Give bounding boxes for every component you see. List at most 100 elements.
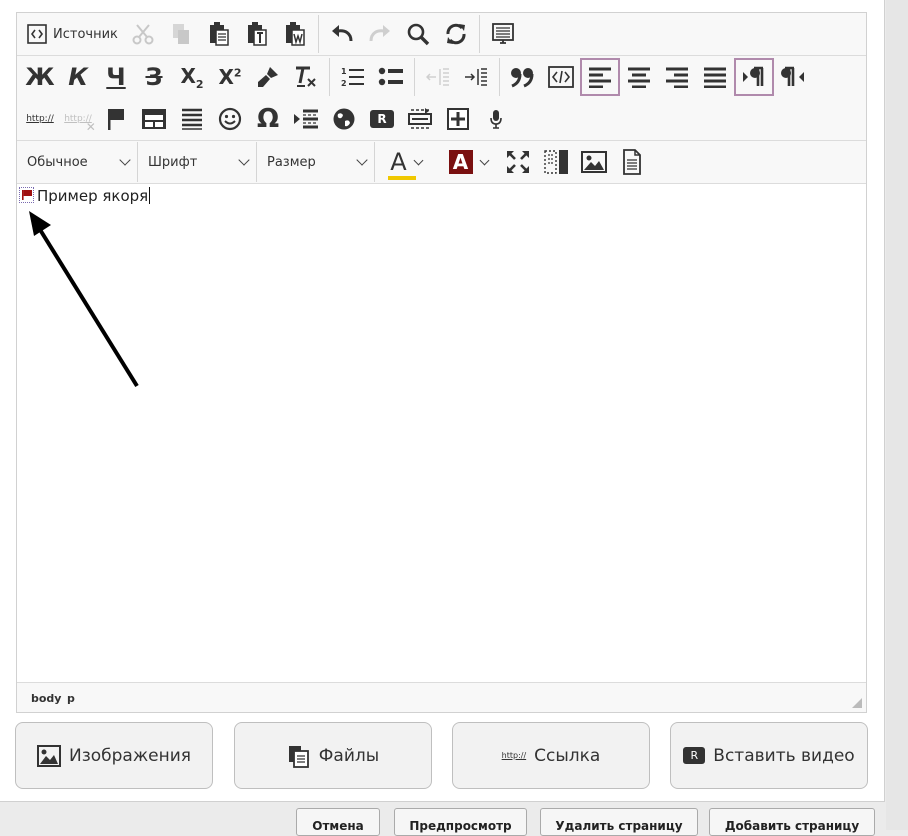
strikethrough-button[interactable]: З — [135, 59, 173, 95]
text-direction-rtl-button[interactable] — [774, 59, 812, 95]
svg-text:1: 1 — [341, 67, 347, 76]
show-blocks-button[interactable] — [401, 101, 439, 137]
numbered-list-button[interactable]: 12 — [334, 59, 372, 95]
align-left-icon — [589, 67, 611, 88]
add-page-button[interactable]: Добавить страницу — [709, 808, 875, 836]
toolbar-separator — [329, 58, 330, 96]
scissors-icon — [132, 24, 154, 45]
indent-icon — [465, 68, 487, 86]
resize-handle-icon[interactable] — [852, 698, 862, 708]
align-left-button[interactable] — [580, 58, 620, 96]
bulleted-list-icon — [378, 67, 403, 86]
background-color-icon: A — [448, 150, 473, 174]
code-snippet-button[interactable] — [542, 59, 580, 95]
undo-button[interactable] — [323, 16, 361, 52]
paste-word-icon — [285, 22, 305, 46]
delete-page-button[interactable]: Удалить страницу — [540, 808, 698, 836]
page-scrollbar[interactable] — [886, 0, 908, 830]
copy-icon — [172, 24, 189, 44]
special-char-button[interactable]: Ω — [249, 101, 287, 137]
align-right-button[interactable] — [658, 59, 696, 95]
cancel-button[interactable]: Отмена — [296, 808, 380, 836]
path-element-body[interactable]: body — [31, 692, 61, 705]
copy-formatting-button[interactable] — [249, 59, 287, 95]
smiley-button[interactable] — [211, 101, 249, 137]
bold-button[interactable]: Ж — [21, 59, 59, 95]
image-button[interactable] — [575, 144, 613, 180]
replace-icon — [446, 23, 466, 45]
link-insert-button[interactable]: http:// Ссылка — [452, 722, 650, 789]
bulleted-list-button[interactable] — [372, 59, 410, 95]
video-icon: R — [683, 747, 706, 764]
format-select-label: Обычное — [27, 154, 88, 170]
path-element-p[interactable]: p — [67, 692, 75, 705]
globe-icon — [333, 108, 355, 130]
paste-button[interactable] — [200, 16, 238, 52]
text-color-button[interactable]: A — [381, 144, 431, 180]
search-icon — [407, 23, 430, 46]
link-button-label: Ссылка — [534, 745, 601, 766]
maximize-button[interactable] — [499, 144, 537, 180]
insert-button[interactable] — [439, 101, 477, 137]
unlink-button[interactable]: http:// ✕ — [59, 101, 97, 137]
subscript-button[interactable]: X2 — [173, 59, 211, 95]
cut-button[interactable] — [124, 16, 162, 52]
table-icon — [142, 109, 166, 129]
preview-button[interactable]: Предпросмотр — [394, 808, 527, 836]
size-select[interactable]: Размер — [257, 142, 375, 182]
show-blocks-icon — [408, 108, 432, 129]
files-button[interactable]: Файлы — [234, 722, 432, 789]
page-break-button[interactable] — [287, 101, 325, 137]
insert-video-button[interactable]: R Вставить видео — [670, 722, 868, 789]
remove-format-button[interactable] — [287, 59, 325, 95]
superscript-button[interactable]: X2 — [211, 59, 249, 95]
blockquote-button[interactable] — [504, 59, 542, 95]
document-properties-button[interactable] — [613, 144, 651, 180]
iframe-button[interactable] — [325, 101, 363, 137]
outdent-button[interactable] — [419, 59, 457, 95]
redo-button[interactable] — [361, 16, 399, 52]
align-center-button[interactable] — [620, 59, 658, 95]
link-icon: http:// — [501, 751, 527, 760]
justify-icon — [704, 67, 726, 88]
smiley-icon — [218, 107, 242, 131]
flag-icon — [108, 109, 124, 130]
indent-button[interactable] — [457, 59, 495, 95]
microphone-icon — [490, 110, 502, 129]
page-break-icon — [294, 109, 318, 129]
templates-button[interactable] — [484, 16, 522, 52]
table-button[interactable] — [135, 101, 173, 137]
unlink-icon: http:// ✕ — [64, 114, 96, 134]
blocks-icon — [544, 150, 568, 174]
text-direction-ltr-button[interactable] — [734, 58, 774, 96]
plus-box-icon — [447, 108, 469, 130]
replace-button[interactable] — [437, 16, 475, 52]
source-button[interactable]: Источник — [21, 16, 124, 52]
show-blocks-toggle-button[interactable] — [537, 144, 575, 180]
align-center-icon — [628, 67, 650, 88]
dictation-button[interactable] — [477, 101, 515, 137]
insert-video-button-label: Вставить видео — [713, 745, 855, 766]
find-button[interactable] — [399, 16, 437, 52]
font-select[interactable]: Шрифт — [138, 142, 257, 182]
images-button[interactable]: Изображения — [15, 722, 213, 789]
justify-button[interactable] — [696, 59, 734, 95]
underline-button[interactable]: Ч — [97, 59, 135, 95]
chevron-down-icon — [119, 154, 131, 166]
copy-button[interactable] — [162, 16, 200, 52]
italic-button[interactable]: К — [59, 59, 97, 95]
background-color-button[interactable]: A — [443, 144, 493, 180]
link-button[interactable]: http:// — [21, 101, 59, 137]
rtl-icon — [781, 66, 804, 86]
source-label: Источник — [53, 26, 118, 42]
anchor-button[interactable] — [97, 101, 135, 137]
editor-content-area[interactable]: Пример якоря — [17, 183, 866, 683]
horizontal-rule-button[interactable] — [173, 101, 211, 137]
paste-word-button[interactable] — [276, 16, 314, 52]
text-color-icon: A — [388, 150, 417, 180]
paste-text-button[interactable] — [238, 16, 276, 52]
format-select[interactable]: Обычное — [17, 142, 138, 182]
subscript-icon: X2 — [180, 63, 204, 91]
font-select-label: Шрифт — [148, 154, 198, 170]
rich-media-button[interactable]: R — [363, 101, 401, 137]
